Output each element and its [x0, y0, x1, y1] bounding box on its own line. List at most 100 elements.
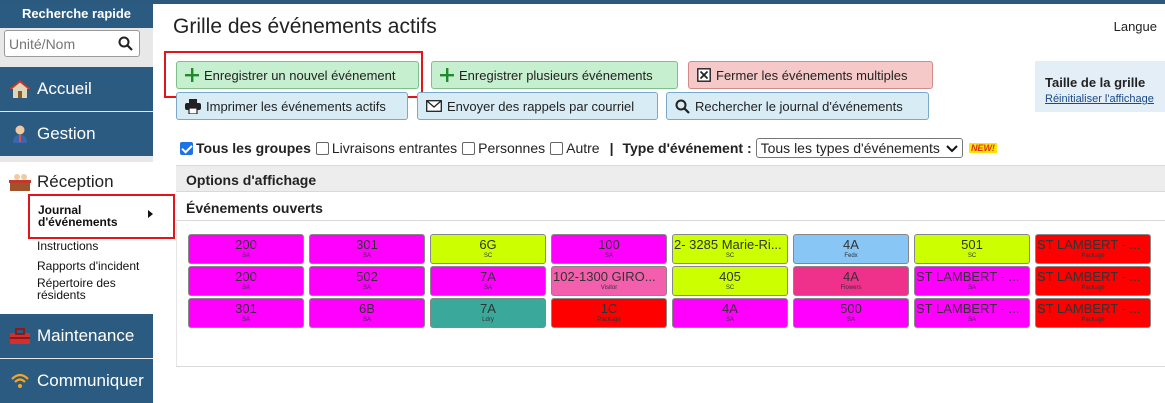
event-tile[interactable]: 4A SA	[672, 298, 788, 328]
subnav-instructions[interactable]: Instructions	[37, 240, 98, 252]
main-content: Grille des événements actifs Langue Enre…	[153, 4, 1165, 403]
event-tile-unit: ST LAMBERT - ...	[1037, 302, 1141, 316]
event-tile[interactable]: ST LAMBERT - ... Package	[1035, 298, 1151, 328]
event-tile[interactable]: ST LAMBERT - ... SA	[914, 266, 1030, 296]
print-events-button[interactable]: Imprimer les événements actifs	[176, 92, 408, 120]
chevron-down-icon	[946, 140, 958, 156]
page-title: Grille des événements actifs	[173, 15, 437, 38]
print-events-label: Imprimer les événements actifs	[206, 98, 386, 114]
event-tile[interactable]: ST LAMBERT - ... SA	[914, 298, 1030, 328]
close-box-icon	[697, 68, 711, 82]
event-tile-type: SC	[725, 285, 735, 291]
nav-accueil[interactable]: Accueil	[0, 67, 153, 111]
event-tile-unit: 1C	[600, 302, 618, 316]
event-tile-type: SA	[846, 317, 855, 323]
event-tile[interactable]: 2- 3285 Marie-Ri... SC	[672, 234, 788, 264]
event-tile[interactable]: ST LAMBERT - ... Package	[1035, 234, 1151, 264]
search-icon[interactable]	[118, 36, 133, 56]
subnav-rapports-incident[interactable]: Rapports d'incident	[37, 260, 139, 272]
nav-communiquer[interactable]: Communiquer	[0, 359, 153, 403]
event-tile-type: SA	[362, 285, 371, 291]
multiple-events-button[interactable]: Enregistrer plusieurs événements	[431, 61, 678, 89]
quick-search-title: Recherche rapide	[0, 4, 153, 28]
nav-communiquer-label: Communiquer	[37, 371, 144, 390]
nav-gestion[interactable]: Gestion	[0, 112, 153, 156]
other-checkbox[interactable]	[550, 141, 564, 155]
event-tile[interactable]: 502 SA	[309, 266, 425, 296]
subnav-repertoire-residents[interactable]: Répertoire des résidents	[37, 277, 147, 301]
event-tile[interactable]: 501 SC	[914, 234, 1030, 264]
printer-icon	[185, 98, 201, 114]
event-tile[interactable]: 405 SC	[672, 266, 788, 296]
event-tile-type: SA	[362, 253, 371, 259]
event-tile-unit: ST LAMBERT - ...	[916, 270, 1020, 284]
quick-search-box[interactable]	[4, 30, 140, 57]
incoming-checkbox[interactable]	[315, 141, 329, 155]
search-log-button[interactable]: Rechercher le journal d'événements	[666, 92, 929, 120]
new-badge: NEW!	[968, 143, 997, 153]
event-tile-unit: 6G	[479, 238, 497, 252]
language-selector[interactable]: Langue	[1114, 19, 1157, 34]
event-tile[interactable]: 200 SA	[188, 266, 304, 296]
event-tile-unit: 200	[235, 270, 257, 284]
event-tile-unit: 100	[598, 238, 620, 252]
event-type-select[interactable]: Tous les types d'événements	[755, 138, 963, 158]
event-tile[interactable]: 100 SA	[551, 234, 667, 264]
events-grid: 200 SA 301 SA 6G SC 100 SA 2- 3285 Marie-Ri... SC…	[176, 223, 1165, 367]
event-tile[interactable]: ST LAMBERT - ... Package	[1035, 266, 1151, 296]
event-tile-unit: 4A	[843, 270, 859, 284]
event-tile-unit: ST LAMBERT - ...	[916, 302, 1020, 316]
persons-checkbox[interactable]	[462, 141, 476, 155]
persons-label: Personnes	[478, 140, 546, 156]
wifi-icon	[9, 370, 31, 392]
event-tile-unit: 405	[719, 270, 741, 284]
incoming-label: Livraisons entrantes	[331, 140, 458, 156]
event-tile-type: Package	[1081, 285, 1105, 291]
multiple-events-label: Enregistrer plusieurs événements	[459, 67, 653, 83]
event-tile-unit: 7A	[480, 270, 496, 284]
nav-reception-label: Réception	[37, 172, 114, 191]
event-tile[interactable]: 301 SA	[188, 298, 304, 328]
event-tile[interactable]: 4A Fedx	[793, 234, 909, 264]
display-options-header[interactable]: Options d'affichage	[176, 165, 1165, 192]
event-tile[interactable]: 4A Flowers	[793, 266, 909, 296]
event-tile-type: SA	[967, 317, 976, 323]
all-groups-checkbox[interactable]	[180, 141, 193, 155]
event-tile[interactable]: 6G SC	[430, 234, 546, 264]
open-events-header: Événements ouverts	[176, 194, 1165, 221]
event-tile[interactable]: 6B SA	[309, 298, 425, 328]
send-reminders-label: Envoyer des rappels par courriel	[447, 98, 635, 114]
event-tile[interactable]: 301 SA	[309, 234, 425, 264]
event-tile-unit: 501	[961, 238, 983, 252]
event-type-value: Tous les types d'événements	[760, 140, 940, 156]
event-tile-type: SA	[241, 253, 250, 259]
event-tile[interactable]: 1C Package	[551, 298, 667, 328]
reset-display-link[interactable]: Réinitialiser l'affichage	[1045, 93, 1154, 105]
display-options-label: Options d'affichage	[186, 172, 317, 188]
quick-search-input[interactable]	[9, 34, 113, 53]
event-tile-unit: 7A	[480, 302, 496, 316]
event-tile-type: SA	[483, 285, 492, 291]
event-tile[interactable]: 102-1300 GIRO... Visitor	[551, 266, 667, 296]
event-tile[interactable]: 200 SA	[188, 234, 304, 264]
event-tile-type: Package	[597, 317, 621, 323]
plus-icon	[185, 68, 199, 82]
envelope-icon	[426, 100, 442, 112]
event-tile-type: SC	[967, 253, 977, 259]
event-tile-unit: ST LAMBERT - ...	[1037, 270, 1141, 284]
nav-accueil-label: Accueil	[37, 79, 92, 98]
nav-maintenance[interactable]: Maintenance	[0, 314, 153, 358]
event-tile-type: Fedx	[844, 253, 858, 259]
subnav-journal-label: Journal d'événements	[38, 203, 118, 229]
event-tile[interactable]: 7A Ldry	[430, 298, 546, 328]
event-tile[interactable]: 7A SA	[430, 266, 546, 296]
new-event-button[interactable]: Enregistrer un nouvel événement	[176, 61, 419, 89]
event-tile-unit: 502	[356, 270, 378, 284]
grid-size-panel: Taille de la grille Réinitialiser l'affi…	[1035, 61, 1165, 112]
grid-size-title: Taille de la grille	[1045, 75, 1146, 90]
close-multiple-button[interactable]: Fermer les événements multiples	[688, 61, 933, 89]
send-reminders-button[interactable]: Envoyer des rappels par courriel	[417, 92, 658, 120]
event-tile[interactable]: 500 SA	[793, 298, 909, 328]
event-tile-unit: 2- 3285 Marie-Ri...	[674, 238, 782, 252]
other-label: Autre	[566, 140, 600, 156]
